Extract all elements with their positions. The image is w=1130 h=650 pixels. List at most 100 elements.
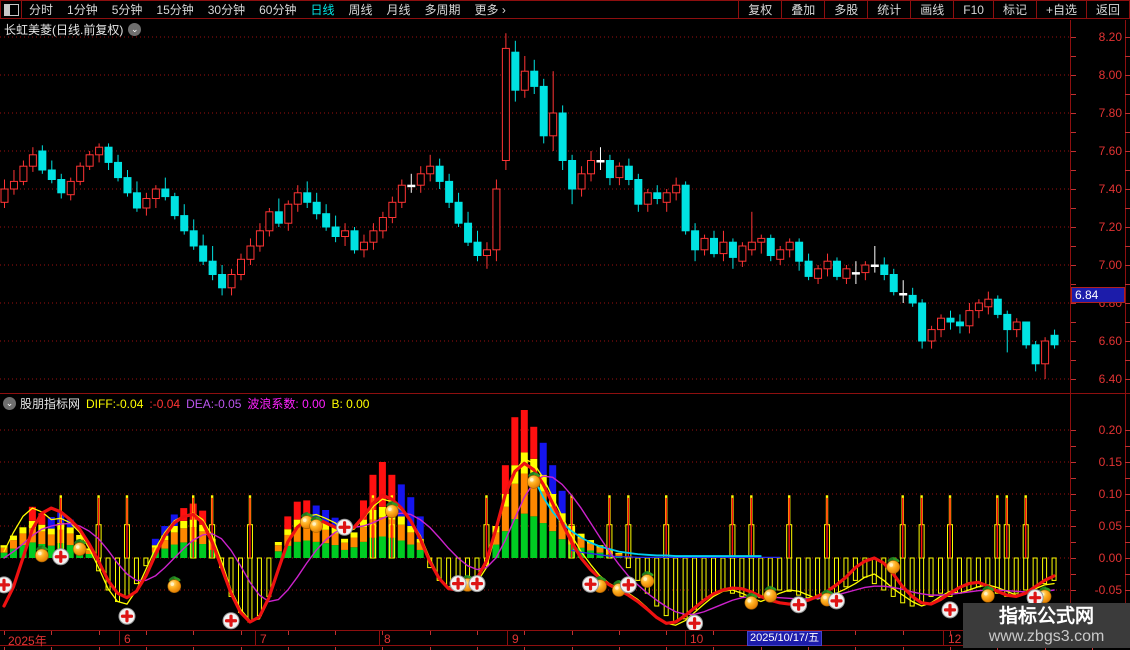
period-tab-周线[interactable]: 周线 — [348, 1, 372, 18]
axis-tick — [1125, 494, 1130, 495]
toolbar-button-标记[interactable]: 标记 — [992, 1, 1036, 18]
axis-tick — [1125, 37, 1130, 38]
axis-tick — [1125, 189, 1130, 190]
toolbar-right-buttons: 复权 叠加 多股 统计 画线 F10 标记 +自选 返回 — [738, 1, 1130, 18]
axis-tick — [1125, 246, 1130, 247]
axis-tick — [1071, 379, 1076, 380]
ind-label-0.15: 0.15 — [1098, 455, 1122, 469]
axis-tick — [1125, 462, 1130, 463]
week-tick — [524, 631, 525, 635]
axis-tick — [1125, 151, 1130, 152]
toolbar-button-多股[interactable]: 多股 — [824, 1, 867, 18]
ind-label-0.10: 0.10 — [1098, 487, 1122, 501]
week-tick — [382, 631, 383, 635]
toolbar-button-F10[interactable]: F10 — [953, 1, 993, 18]
week-tick — [99, 631, 100, 635]
price-label-6.40: 6.40 — [1098, 372, 1122, 386]
axis-tick — [1071, 574, 1076, 575]
axis-tick — [1071, 170, 1076, 171]
week-tick — [477, 631, 478, 635]
price-label-8.00: 8.00 — [1098, 68, 1122, 82]
month-label-9: 9 — [512, 632, 519, 646]
axis-tick — [1071, 446, 1076, 447]
period-tab-分时[interactable]: 分时 — [29, 1, 53, 18]
axis-tick — [1125, 379, 1130, 380]
watermark-badge: 指标公式网 www.zbgs3.com — [963, 603, 1130, 648]
week-tick — [572, 631, 573, 635]
axis-tick — [1071, 322, 1076, 323]
period-tab-30分钟[interactable]: 30分钟 — [208, 1, 245, 18]
cross-marker — [222, 612, 240, 630]
axis-tick — [1071, 478, 1076, 479]
axis-tick — [1071, 94, 1076, 95]
period-tab-月线[interactable]: 月线 — [387, 1, 411, 18]
axis-tick — [1125, 542, 1130, 543]
current-price-tag: 6.84 — [1071, 287, 1125, 304]
axis-tick — [1071, 189, 1076, 190]
axis-tick — [1125, 322, 1130, 323]
price-label-7.40: 7.40 — [1098, 182, 1122, 196]
axis-tick — [1125, 265, 1130, 266]
wave-indicator-chart[interactable] — [0, 410, 1070, 630]
axis-right-border — [1125, 20, 1126, 648]
period-toolbar: 分时 1分钟 5分钟 15分钟 30分钟 60分钟 日线 周线 月线 多周期 更多 › 复权 叠加 多股… — [0, 0, 1130, 19]
axis-tick — [1125, 75, 1130, 76]
cross-marker — [827, 592, 845, 610]
dea-value: DEA:-0.05 — [186, 396, 242, 411]
toolbar-button-统计[interactable]: 统计 — [867, 1, 910, 18]
month-separator — [943, 631, 944, 646]
layout-toggle-button[interactable] — [0, 1, 22, 18]
period-tab-5分钟[interactable]: 5分钟 — [112, 1, 143, 18]
week-tick — [4, 631, 5, 635]
axis-tick — [1071, 360, 1076, 361]
period-tab-15分钟[interactable]: 15分钟 — [156, 1, 193, 18]
period-tab-60分钟[interactable]: 60分钟 — [259, 1, 296, 18]
week-tick — [430, 631, 431, 635]
toolbar-button-返回[interactable]: 返回 — [1085, 1, 1130, 18]
ind-label-0.00: 0.00 — [1098, 551, 1122, 565]
toolbar-button-叠加[interactable]: 叠加 — [781, 1, 824, 18]
trading-app-window: 分时 1分钟 5分钟 15分钟 30分钟 60分钟 日线 周线 月线 多周期 更多 › 复权 叠加 多股… — [0, 0, 1130, 650]
chevron-down-icon[interactable]: ⌄ — [3, 397, 16, 410]
cross-marker — [790, 596, 808, 614]
price-label-8.20: 8.20 — [1098, 30, 1122, 44]
week-tick — [146, 631, 147, 635]
selected-date-tag: 2025/10/17/五 — [747, 631, 823, 646]
period-tabs: 分时 1分钟 5分钟 15分钟 30分钟 60分钟 日线 周线 月线 多周期 更多 › — [22, 1, 513, 18]
panel-separator — [0, 393, 1130, 394]
ind-label--0.05: -0.05 — [1094, 583, 1122, 597]
axis-tick — [1071, 56, 1076, 57]
chevron-down-icon[interactable]: ⌄ — [128, 22, 142, 36]
cross-marker — [449, 575, 467, 593]
period-tab-日线[interactable]: 日线 — [310, 1, 334, 18]
axis-tick — [1125, 478, 1130, 479]
toolbar-button-复权[interactable]: 复权 — [738, 1, 781, 18]
axis-tick — [1071, 151, 1076, 152]
toolbar-button-+自选[interactable]: +自选 — [1035, 1, 1086, 18]
axis-tick — [1071, 246, 1076, 247]
cross-marker — [686, 614, 704, 630]
price-label-7.20: 7.20 — [1098, 220, 1122, 234]
price-label-7.00: 7.00 — [1098, 258, 1122, 272]
cross-marker — [118, 607, 136, 625]
cross-marker — [0, 576, 13, 594]
cross-marker — [619, 576, 637, 594]
axis-tick — [1125, 446, 1130, 447]
toolbar-button-画线[interactable]: 画线 — [910, 1, 953, 18]
period-tab-更多 ›[interactable]: 更多 › — [475, 1, 506, 18]
axis-tick — [1071, 208, 1076, 209]
month-separator — [255, 631, 256, 646]
period-tab-1分钟[interactable]: 1分钟 — [67, 1, 98, 18]
axis-tick — [1125, 284, 1130, 285]
price-label-7.80: 7.80 — [1098, 106, 1122, 120]
period-tab-多周期[interactable]: 多周期 — [425, 1, 461, 18]
peach-marker — [526, 471, 541, 489]
price-label-6.60: 6.60 — [1098, 334, 1122, 348]
diff-value: DIFF:-0.04 — [86, 396, 144, 411]
axis-tick — [1125, 208, 1130, 209]
axis-tick — [1071, 341, 1076, 342]
axis-tick — [1071, 265, 1076, 266]
candlestick-chart[interactable] — [0, 30, 1070, 392]
week-tick — [666, 631, 667, 635]
wave-coef-value: 波浪系数: 0.00 — [247, 397, 326, 411]
